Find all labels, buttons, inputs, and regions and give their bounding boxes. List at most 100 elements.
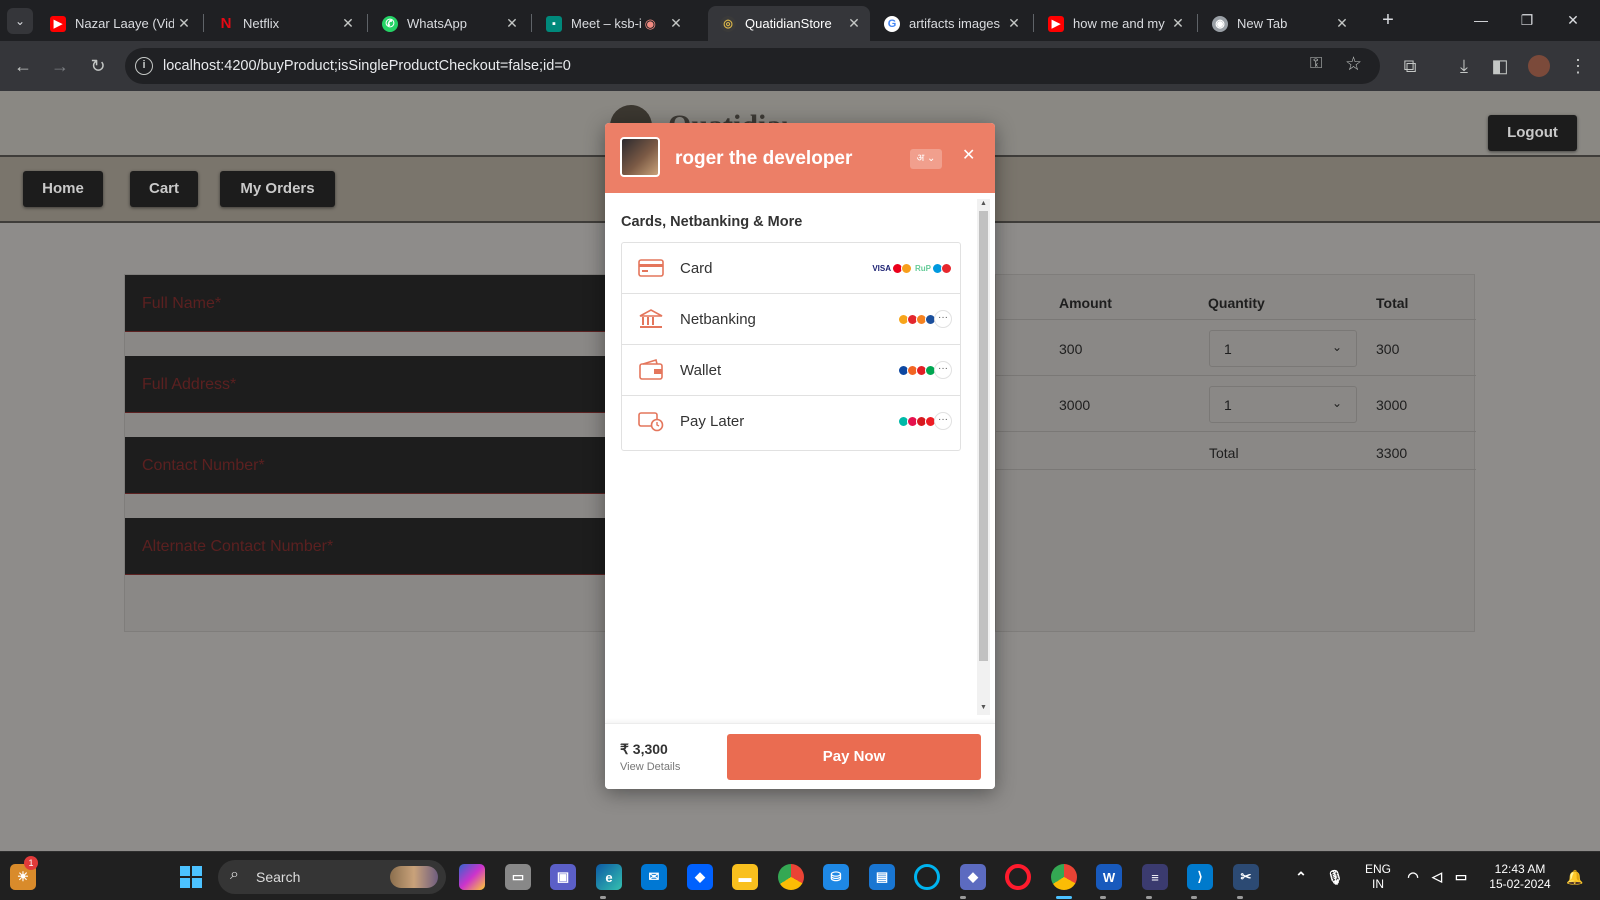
- download-icon[interactable]: ⤓: [1452, 54, 1476, 78]
- method-label: Pay Later: [680, 413, 745, 430]
- windows-start-icon[interactable]: [178, 864, 204, 890]
- battery-icon[interactable]: ▭: [1448, 864, 1474, 890]
- method-wallet[interactable]: Wallet ···: [622, 345, 960, 396]
- tab-close-icon[interactable]: ✕: [1004, 15, 1024, 32]
- task-view-icon[interactable]: ▭: [505, 864, 531, 890]
- tab-close-icon[interactable]: ✕: [844, 15, 864, 32]
- contact-number-field[interactable]: Contact Number*: [125, 437, 615, 494]
- word-icon[interactable]: W: [1096, 864, 1122, 890]
- full-address-placeholder: Full Address*: [142, 376, 237, 393]
- password-key-icon[interactable]: ⚿: [1310, 55, 1322, 73]
- scroll-down-icon[interactable]: ▼: [979, 704, 988, 711]
- modal-scrollbar[interactable]: ▲ ▼: [977, 199, 990, 715]
- row1-quantity-select[interactable]: 1 ⌄: [1209, 330, 1357, 367]
- notepad-icon[interactable]: ▤: [869, 864, 895, 890]
- new-tab-plus-icon[interactable]: +: [1376, 8, 1400, 32]
- contact-number-placeholder: Contact Number*: [142, 457, 265, 474]
- url-text[interactable]: localhost:4200/buyProduct;isSingleProduc…: [163, 58, 571, 74]
- language-line1: ENG: [1364, 862, 1391, 876]
- tab-close-icon[interactable]: ✕: [174, 15, 194, 32]
- language-line2: IN: [1372, 877, 1384, 891]
- clock-date: 15-02-2024: [1489, 877, 1551, 891]
- nav-my-orders-button[interactable]: My Orders: [220, 171, 335, 207]
- copilot-icon[interactable]: [459, 864, 485, 890]
- file-explorer-icon[interactable]: ▬: [732, 864, 758, 890]
- browser-menu-icon[interactable]: ⋮: [1566, 54, 1590, 78]
- language-indicator[interactable]: ENG IN: [1360, 862, 1396, 892]
- checkout-footer: ₹ 3,300 View Details Pay Now: [605, 723, 995, 789]
- chrome-active-icon[interactable]: [1051, 864, 1077, 890]
- address-bar[interactable]: i localhost:4200/buyProduct;isSingleProd…: [125, 48, 1380, 84]
- extensions-icon[interactable]: ⧉: [1398, 54, 1422, 78]
- window-close-icon[interactable]: ✕: [1550, 6, 1596, 34]
- tab-title: artifacts images: [909, 16, 1001, 31]
- order-table: Amount Quantity Total 300 1 ⌄ 300 3000 1…: [995, 274, 1476, 632]
- alternate-contact-field[interactable]: Alternate Contact Number*: [125, 518, 615, 575]
- row2-quantity-select[interactable]: 1 ⌄: [1209, 386, 1357, 423]
- chrome-icon[interactable]: [778, 864, 804, 890]
- tab-close-icon[interactable]: ✕: [502, 15, 522, 32]
- recording-icon: ◉: [644, 15, 656, 31]
- method-netbanking[interactable]: Netbanking ···: [622, 294, 960, 345]
- app-icon[interactable]: ◆: [960, 864, 986, 890]
- minimize-icon[interactable]: —: [1458, 6, 1504, 34]
- notification-bell-icon[interactable]: 🔔: [1562, 864, 1588, 890]
- youtube-icon: ▶: [50, 15, 66, 32]
- taskbar-search[interactable]: ⌕ Search: [218, 860, 446, 894]
- chrome-icon: ◉: [1212, 15, 1228, 32]
- tab-quatidianstore[interactable]: ◎ QuatidianStore ✕: [708, 6, 870, 41]
- back-arrow-icon[interactable]: ←: [11, 54, 35, 78]
- forward-arrow-icon[interactable]: →: [48, 54, 72, 78]
- tab-close-icon[interactable]: ✕: [1332, 15, 1352, 32]
- tab-whatsapp[interactable]: ✆ WhatsApp ✕: [370, 6, 528, 41]
- bookmark-star-icon[interactable]: ☆: [1345, 53, 1362, 76]
- tab-google-artifacts[interactable]: G artifacts images ✕: [872, 6, 1030, 41]
- mysql-workbench-icon[interactable]: ⛁: [823, 864, 849, 890]
- reload-icon[interactable]: ↻: [86, 54, 110, 78]
- method-paylater[interactable]: Pay Later ···: [622, 396, 960, 450]
- snipping-tool-icon[interactable]: ✂: [1233, 864, 1259, 890]
- tab-close-icon[interactable]: ✕: [338, 15, 358, 32]
- opera-icon[interactable]: [1005, 864, 1031, 890]
- eclipse-icon[interactable]: ≡: [1142, 864, 1168, 890]
- language-selector[interactable]: अ ⌄: [910, 149, 942, 169]
- wifi-icon[interactable]: ◠: [1400, 864, 1426, 890]
- clock[interactable]: 12:43 AM 15-02-2024: [1480, 862, 1560, 892]
- full-name-field[interactable]: Full Name*: [125, 275, 615, 332]
- method-card[interactable]: Card VISA RuP: [622, 243, 960, 294]
- dropbox-icon[interactable]: ◆: [687, 864, 713, 890]
- restore-icon[interactable]: ❐: [1504, 6, 1550, 34]
- tab-netflix[interactable]: N Netflix ✕: [206, 6, 364, 41]
- nav-cart-button[interactable]: Cart: [130, 171, 198, 207]
- tab-youtube-howme[interactable]: ▶ how me and my ✕: [1036, 6, 1194, 41]
- tab-new-tab[interactable]: ◉ New Tab ✕: [1200, 6, 1358, 41]
- profile-avatar[interactable]: [1528, 55, 1550, 77]
- tab-meet[interactable]: ▪ Meet – ksb-i ◉ ✕: [534, 6, 692, 41]
- pay-now-button[interactable]: Pay Now: [727, 734, 981, 780]
- tab-title: Netflix: [243, 16, 280, 31]
- scroll-thumb[interactable]: [979, 211, 988, 661]
- site-info-icon[interactable]: i: [135, 57, 153, 75]
- microphone-icon[interactable]: 🎙: [1322, 864, 1348, 890]
- sidepanel-icon[interactable]: ◧: [1488, 54, 1512, 78]
- nav-home-button[interactable]: Home: [23, 171, 103, 207]
- checkout-modal: roger the developer अ ⌄ ✕ Cards, Netbank…: [605, 123, 995, 789]
- volume-icon[interactable]: ◁: [1424, 864, 1450, 890]
- tab-title: WhatsApp: [407, 16, 467, 31]
- teams-icon[interactable]: ▣: [550, 864, 576, 890]
- logout-button[interactable]: Logout: [1488, 115, 1577, 151]
- full-address-field[interactable]: Full Address*: [125, 356, 615, 413]
- cortana-icon[interactable]: [914, 864, 940, 890]
- tab-search-button[interactable]: ⌄: [7, 8, 33, 34]
- tab-youtube-nazar[interactable]: ▶ Nazar Laaye (Vid ✕: [38, 6, 200, 41]
- vscode-icon[interactable]: ⟩: [1187, 864, 1213, 890]
- tab-close-icon[interactable]: ✕: [666, 15, 686, 32]
- mail-icon[interactable]: ✉: [641, 864, 667, 890]
- close-icon[interactable]: ✕: [962, 145, 975, 165]
- tray-chevron-up-icon[interactable]: ⌃: [1288, 864, 1314, 890]
- view-details-link[interactable]: View Details: [620, 761, 680, 773]
- header-total: Total: [1376, 295, 1409, 311]
- edge-icon[interactable]: e: [596, 864, 622, 890]
- scroll-up-icon[interactable]: ▲: [979, 200, 988, 207]
- tab-close-icon[interactable]: ✕: [1168, 15, 1188, 32]
